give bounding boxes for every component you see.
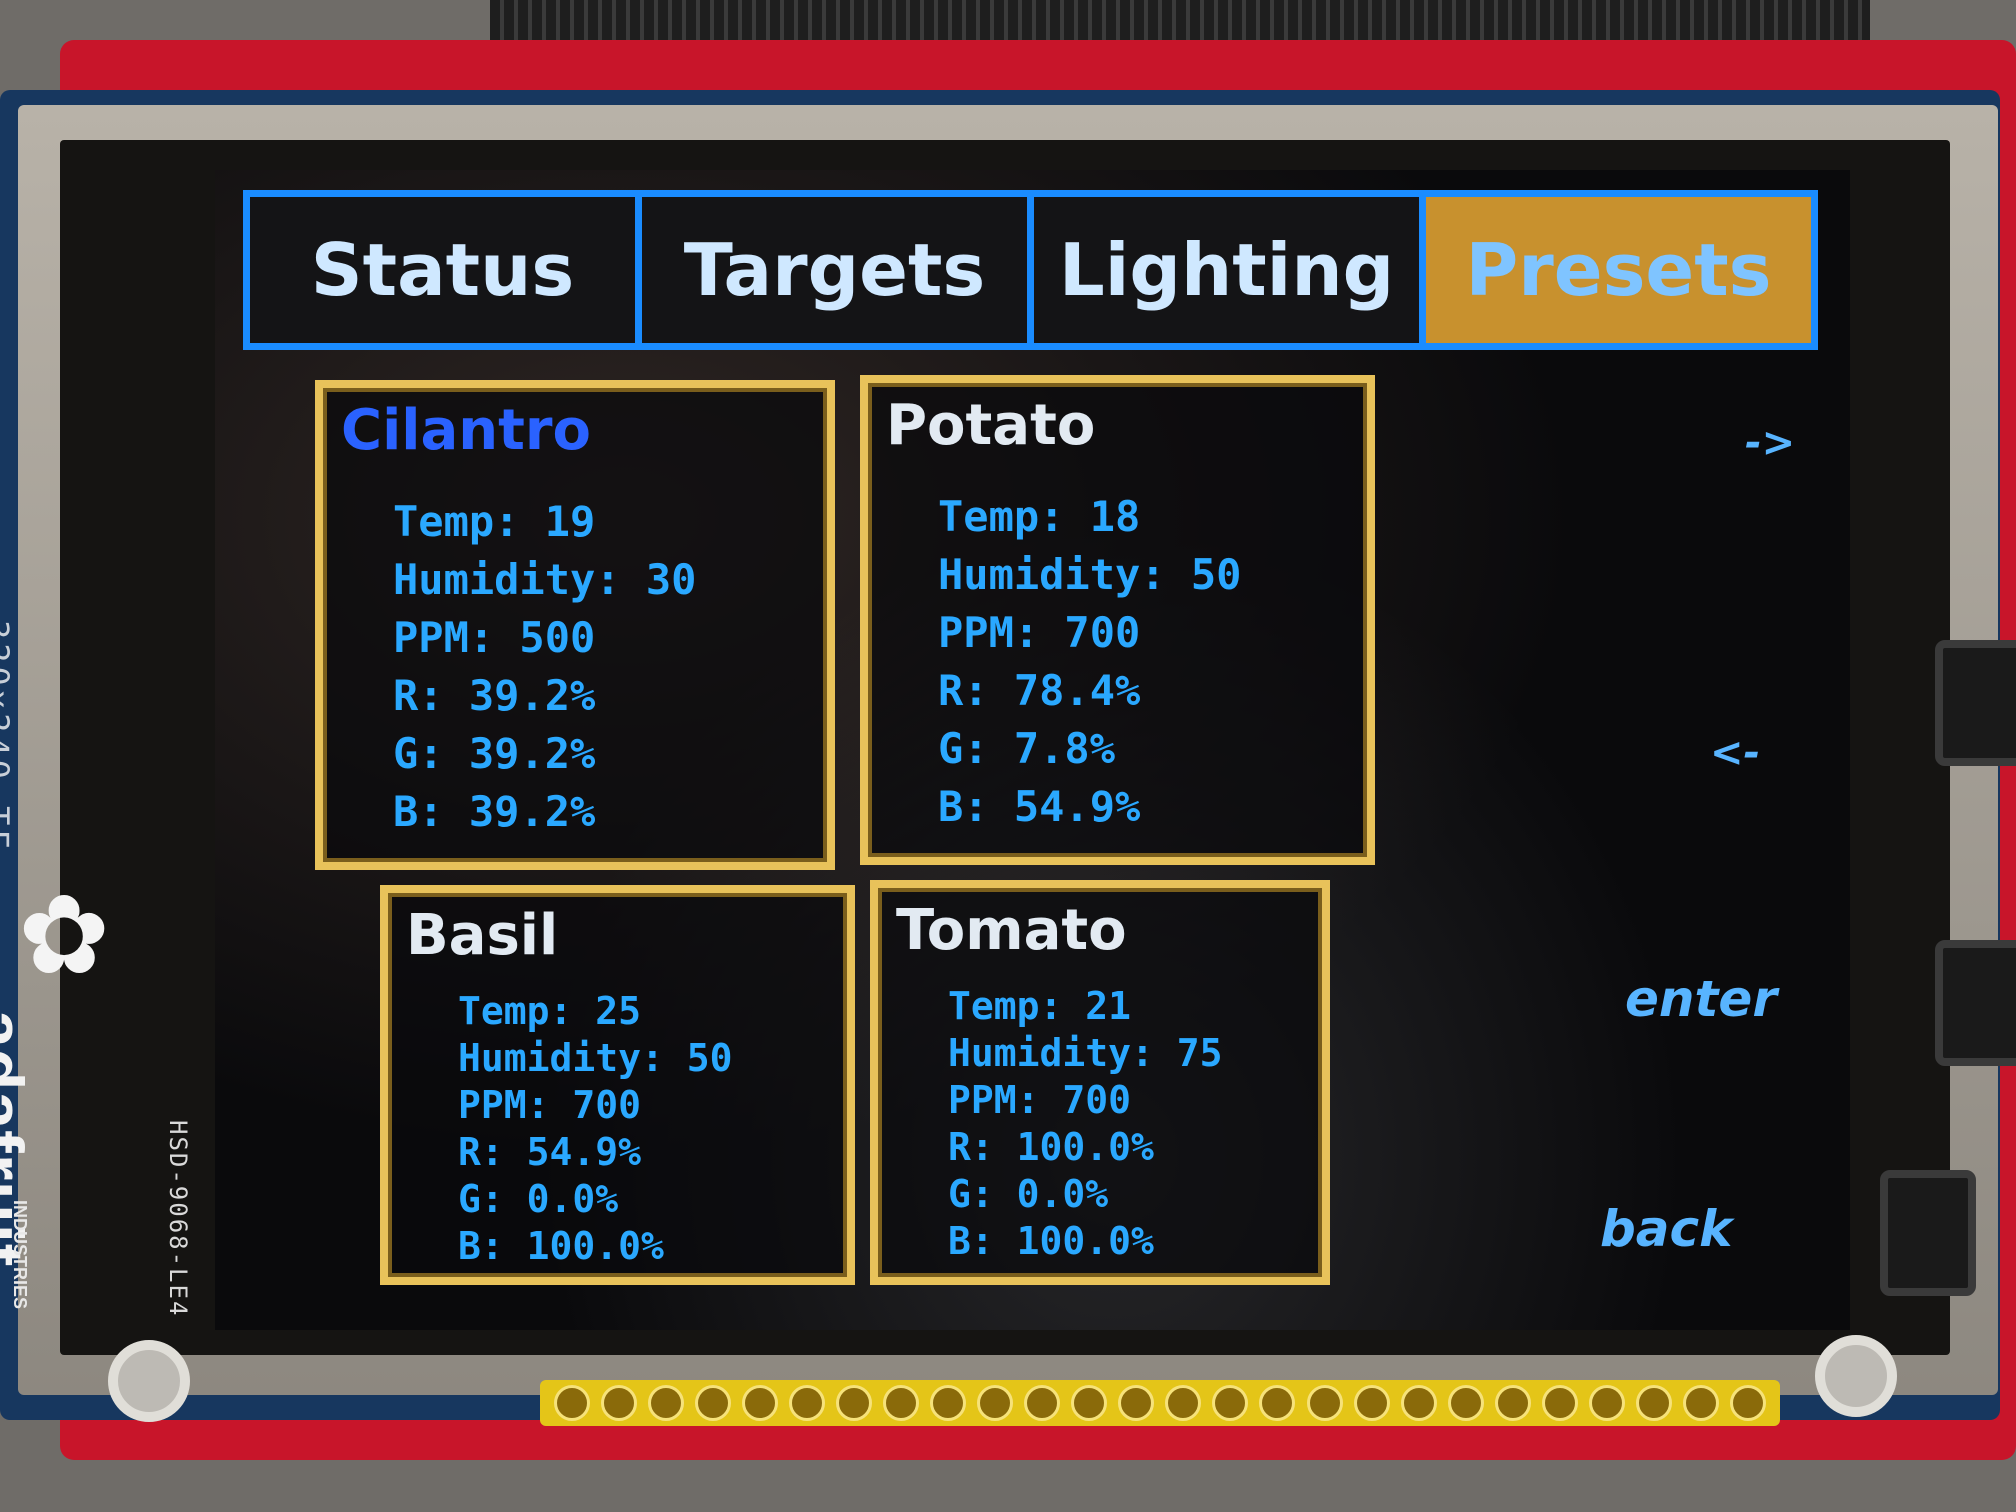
preset-humidity: Humidity: 50 [938,550,1242,599]
header-pin [1353,1385,1390,1421]
preset-name: Potato [886,393,1096,458]
preset-red: R: 54.9% [458,1130,642,1174]
preset-temp: Temp: 19 [393,497,596,546]
hardware-button-2[interactable] [1935,940,2016,1066]
header-pin [977,1385,1014,1421]
preset-green: G: 0.0% [948,1172,1109,1216]
preset-temp: Temp: 18 [938,492,1141,541]
header-pin [1071,1385,1108,1421]
header-pin [1447,1385,1484,1421]
part-number: HSD-9068-LE4 [164,1120,192,1318]
header-pin [1730,1385,1767,1421]
preset-ppm: PPM: 700 [458,1083,642,1127]
header-pin [1259,1385,1296,1421]
header-pin [1118,1385,1155,1421]
tab-lighting[interactable]: Lighting [1034,197,1419,343]
tab-targets[interactable]: Targets [642,197,1027,343]
header-pin [1541,1385,1578,1421]
preset-blue: B: 54.9% [938,782,1141,831]
preset-green: G: 0.0% [458,1177,619,1221]
preset-humidity: Humidity: 50 [458,1036,733,1080]
preset-temp: Temp: 21 [948,984,1132,1028]
adafruit-flower-icon: ✿ [18,871,111,999]
preset-humidity: Humidity: 75 [948,1031,1223,1075]
next-page-arrow-icon[interactable]: -> [1745,420,1795,466]
tab-presets[interactable]: Presets [1426,197,1811,343]
tab-bar: Status Targets Lighting Presets [243,190,1818,350]
preset-humidity: Humidity: 30 [393,555,697,604]
mount-hole-right [1815,1335,1897,1417]
preset-card-tomato[interactable]: Tomato Temp: 21 Humidity: 75 PPM: 700 R:… [870,880,1330,1285]
preset-name: Tomato [896,898,1127,963]
header-pin [1635,1385,1672,1421]
preset-stats: Temp: 19 Humidity: 30 PPM: 500 R: 39.2% … [393,493,696,841]
preset-ppm: PPM: 700 [948,1078,1132,1122]
header-pin [1494,1385,1531,1421]
preset-card-potato[interactable]: Potato Temp: 18 Humidity: 50 PPM: 700 R:… [860,375,1375,865]
preset-red: R: 100.0% [948,1125,1154,1169]
preset-blue: B: 100.0% [948,1219,1154,1263]
back-button[interactable]: back [1600,1200,1732,1258]
preset-red: R: 78.4% [938,666,1141,715]
header-pin [741,1385,778,1421]
header-pin [1588,1385,1625,1421]
header-pin [930,1385,967,1421]
header-pin [647,1385,684,1421]
header-pins [540,1380,1780,1426]
header-pin [694,1385,731,1421]
preset-ppm: PPM: 700 [938,608,1141,657]
header-pin [1683,1385,1720,1421]
header-pin [1306,1385,1343,1421]
preset-stats: Temp: 21 Humidity: 75 PPM: 700 R: 100.0%… [948,983,1223,1265]
preset-stats: Temp: 18 Humidity: 50 PPM: 700 R: 78.4% … [938,488,1241,836]
header-pin [1212,1385,1249,1421]
preset-green: G: 7.8% [938,724,1116,773]
header-pin [1024,1385,1061,1421]
header-pin [1165,1385,1202,1421]
preset-card-cilantro[interactable]: Cilantro Temp: 19 Humidity: 30 PPM: 500 … [315,380,835,870]
header-pin [882,1385,919,1421]
preset-blue: B: 39.2% [393,787,596,836]
prev-page-arrow-icon[interactable]: <- [1710,730,1760,776]
header-pin [788,1385,825,1421]
hardware-button-3[interactable] [1880,1170,1976,1296]
tft-screen: Status Targets Lighting Presets Cilantro… [215,170,1850,1330]
preset-ppm: PPM: 500 [393,613,596,662]
header-pin [1400,1385,1437,1421]
preset-name: Cilantro [341,398,592,463]
mount-hole-left [108,1340,190,1422]
preset-name: Basil [406,903,559,968]
hardware-button-1[interactable] [1935,640,2016,766]
header-pin [835,1385,872,1421]
preset-stats: Temp: 25 Humidity: 50 PPM: 700 R: 54.9% … [458,988,733,1270]
header-pin [600,1385,637,1421]
preset-red: R: 39.2% [393,671,596,720]
preset-blue: B: 100.0% [458,1224,664,1268]
header-pin [553,1385,590,1421]
preset-card-basil[interactable]: Basil Temp: 25 Humidity: 50 PPM: 700 R: … [380,885,855,1285]
preset-green: G: 39.2% [393,729,596,778]
pcb-silkscreen-text: 320x240 TF h Screen [0,620,16,853]
tab-status[interactable]: Status [250,197,635,343]
enter-button[interactable]: enter [1625,970,1777,1028]
brand-subtitle: INDUSTRIES [10,1200,30,1310]
preset-temp: Temp: 25 [458,989,642,1033]
